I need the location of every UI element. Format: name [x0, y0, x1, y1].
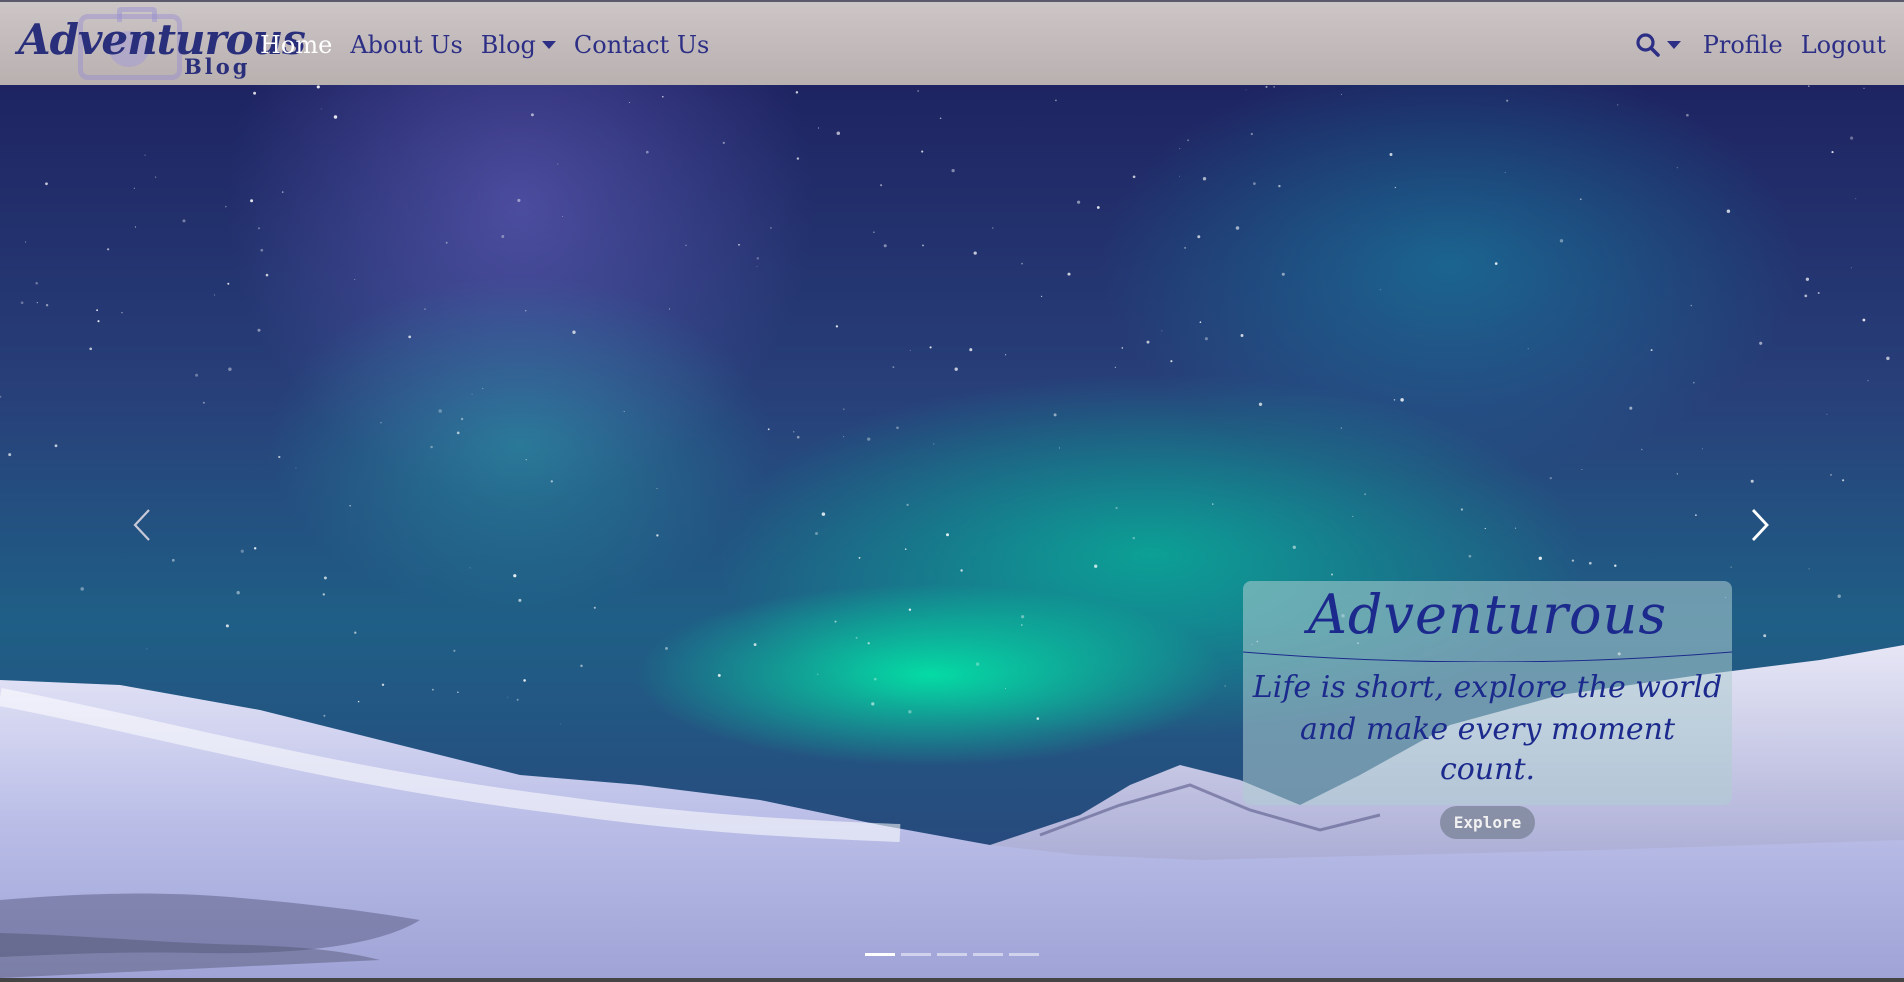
- nav-link-contact-us[interactable]: Contact Us: [574, 28, 709, 62]
- hero-carousel: Adventurous Life is short, explore the w…: [0, 85, 1904, 978]
- main-nav: Home About Us Blog Contact Us: [260, 28, 709, 62]
- carousel-indicator-5[interactable]: [1009, 953, 1039, 956]
- nav-link-blog-label: Blog: [480, 31, 536, 59]
- nav-link-logout[interactable]: Logout: [1801, 28, 1886, 62]
- caret-down-icon: [541, 41, 556, 49]
- carousel-prev-button[interactable]: [122, 505, 162, 545]
- carousel-caption: Adventurous Life is short, explore the w…: [1242, 581, 1733, 839]
- user-nav: Profile Logout: [1635, 28, 1886, 62]
- chevron-left-icon: [133, 509, 150, 541]
- nav-link-home-label: Home: [260, 31, 333, 59]
- nav-link-about-us-label: About Us: [350, 31, 463, 59]
- chevron-right-icon: [1751, 509, 1769, 541]
- carousel-indicator-1[interactable]: [865, 953, 895, 956]
- nav-link-contact-us-label: Contact Us: [573, 31, 710, 59]
- caret-down-icon: [1666, 41, 1681, 49]
- navbar: Adventurous Blog Home About Us Blog Cont…: [0, 0, 1904, 85]
- snow-landscape-image: [0, 645, 1904, 978]
- explore-button[interactable]: Explore: [1439, 806, 1536, 839]
- caption-text-line2: and make every moment count.: [1299, 712, 1676, 787]
- nav-link-profile-label: Profile: [1702, 31, 1783, 59]
- nav-link-profile[interactable]: Profile: [1703, 28, 1783, 62]
- nav-dropdown-blog[interactable]: Blog: [481, 28, 556, 62]
- nav-link-logout-label: Logout: [1800, 31, 1886, 59]
- page-bottom-edge: [0, 978, 1904, 982]
- carousel-indicator-4[interactable]: [973, 953, 1003, 956]
- carousel-indicator-3[interactable]: [937, 953, 967, 956]
- carousel-next-button[interactable]: [1740, 505, 1780, 545]
- search-icon: [1636, 33, 1660, 57]
- brand-subtitle: Blog: [184, 54, 251, 79]
- caption-divider: [1242, 651, 1733, 663]
- search-dropdown-toggle[interactable]: [1635, 32, 1681, 58]
- nav-link-home[interactable]: Home: [260, 28, 332, 62]
- nav-link-about-us[interactable]: About Us: [350, 28, 462, 62]
- brand-logo[interactable]: Adventurous Blog: [14, 7, 306, 82]
- caption-text-line1: Life is short, explore the world: [1252, 670, 1723, 705]
- carousel-indicator-2[interactable]: [901, 953, 931, 956]
- carousel-indicators: [865, 953, 1039, 956]
- caption-title: Adventurous: [1307, 583, 1668, 646]
